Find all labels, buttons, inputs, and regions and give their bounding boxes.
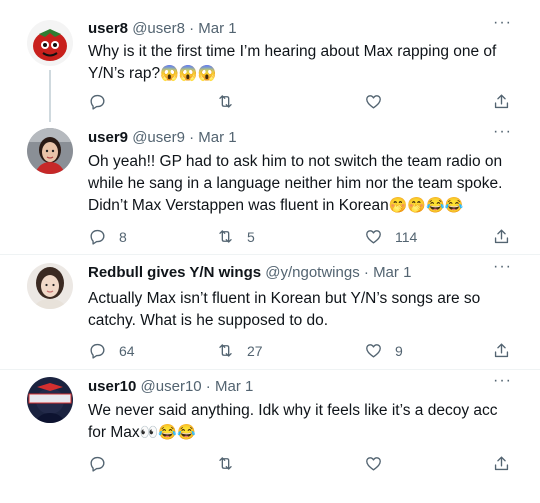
tweet-text: Oh yeah!! GP had to ask him to not switc…: [88, 151, 518, 217]
display-name[interactable]: user10: [88, 378, 136, 395]
handle[interactable]: @user8: [132, 20, 185, 37]
retweet-button[interactable]: [216, 92, 247, 111]
share-button[interactable]: [492, 341, 511, 360]
action-bar: [88, 92, 511, 114]
like-icon: [366, 230, 381, 244]
share-button[interactable]: [492, 454, 511, 473]
more-options-icon[interactable]: ···: [493, 14, 512, 32]
tweet-header: user10 @user10 · Mar 1: [88, 378, 253, 395]
action-bar: 8 5 114: [88, 227, 511, 249]
like-button[interactable]: [364, 454, 395, 473]
reply-icon: [90, 343, 105, 359]
avatar[interactable]: [27, 20, 73, 66]
avatar[interactable]: [27, 263, 73, 309]
handle[interactable]: @user10: [141, 378, 202, 395]
retweet-count: 5: [247, 228, 255, 245]
tweet-header: user8 @user8 · Mar 1: [88, 20, 237, 37]
share-button[interactable]: [492, 92, 511, 111]
like-icon: [366, 457, 381, 471]
retweet-button[interactable]: 5: [216, 227, 255, 246]
share-button[interactable]: [492, 227, 511, 246]
tweet-emoji: 😱😱😱: [160, 65, 217, 82]
like-count: 9: [395, 342, 403, 359]
tweet-divider: [0, 369, 540, 370]
share-icon: [494, 94, 509, 109]
action-bar: 64 27 9: [88, 341, 511, 363]
avatar[interactable]: [27, 377, 73, 423]
more-options-icon[interactable]: ···: [493, 123, 512, 141]
retweet-icon: [219, 344, 232, 357]
like-count: 114: [395, 228, 418, 245]
display-name[interactable]: user8: [88, 20, 128, 37]
tweet-body-text: Why is it the first time I’m hearing abo…: [88, 43, 497, 82]
like-icon: [366, 95, 381, 109]
reply-button[interactable]: [88, 454, 119, 473]
separator: ·: [184, 20, 199, 37]
separator: ·: [201, 378, 215, 395]
like-button[interactable]: 114: [364, 227, 417, 246]
timestamp[interactable]: Mar 1: [215, 378, 253, 395]
share-icon: [494, 343, 509, 358]
retweet-count: 27: [247, 342, 263, 359]
separator: ·: [359, 264, 374, 281]
tweet-emoji: 👀😂😂: [139, 424, 196, 441]
separator: ·: [184, 129, 199, 146]
display-name[interactable]: Redbull gives Y/N wings: [88, 264, 261, 281]
reply-count: 8: [119, 228, 127, 245]
retweet-icon: [219, 95, 232, 108]
timestamp[interactable]: Mar 1: [373, 264, 411, 281]
tweet-body-text: Actually Max isn’t fluent in Korean but …: [88, 290, 481, 329]
handle[interactable]: @y/ngotwings: [265, 264, 359, 281]
retweet-icon: [219, 457, 232, 470]
action-bar: [88, 454, 511, 476]
tweet-header: user9 @user9 · Mar 1: [88, 129, 237, 146]
timestamp[interactable]: Mar 1: [198, 129, 236, 146]
like-button[interactable]: 9: [364, 341, 403, 360]
display-name[interactable]: user9: [88, 129, 128, 146]
retweet-button[interactable]: 27: [216, 341, 263, 360]
reply-icon: [90, 229, 105, 245]
thread-line: [49, 70, 51, 122]
share-icon: [494, 456, 509, 471]
avatar[interactable]: [27, 128, 73, 174]
reply-icon: [90, 456, 105, 472]
reply-thread: user8 @user8 · Mar 1 ··· Why is it the f…: [0, 0, 540, 503]
more-options-icon[interactable]: ···: [493, 258, 512, 276]
reply-button[interactable]: 8: [88, 227, 127, 246]
like-icon: [366, 344, 381, 358]
timestamp[interactable]: Mar 1: [198, 20, 236, 37]
tweet-emoji: 🤭🤭😂😂: [388, 197, 464, 214]
tweet-text: Why is it the first time I’m hearing abo…: [88, 41, 518, 85]
tweet-header: Redbull gives Y/N wings @y/ngotwings · M…: [88, 264, 411, 281]
retweet-icon: [219, 230, 232, 243]
handle[interactable]: @user9: [132, 129, 185, 146]
reply-button[interactable]: [88, 92, 119, 111]
reply-button[interactable]: 64: [88, 341, 135, 360]
retweet-button[interactable]: [216, 454, 247, 473]
reply-icon: [90, 94, 105, 110]
tweet-text: Actually Max isn’t fluent in Korean but …: [88, 288, 518, 332]
tweet-text: We never said anything. Idk why it feels…: [88, 400, 518, 444]
share-icon: [494, 229, 509, 244]
like-button[interactable]: [364, 92, 395, 111]
tweet-divider: [0, 254, 540, 255]
reply-count: 64: [119, 342, 135, 359]
more-options-icon[interactable]: ···: [493, 372, 512, 390]
